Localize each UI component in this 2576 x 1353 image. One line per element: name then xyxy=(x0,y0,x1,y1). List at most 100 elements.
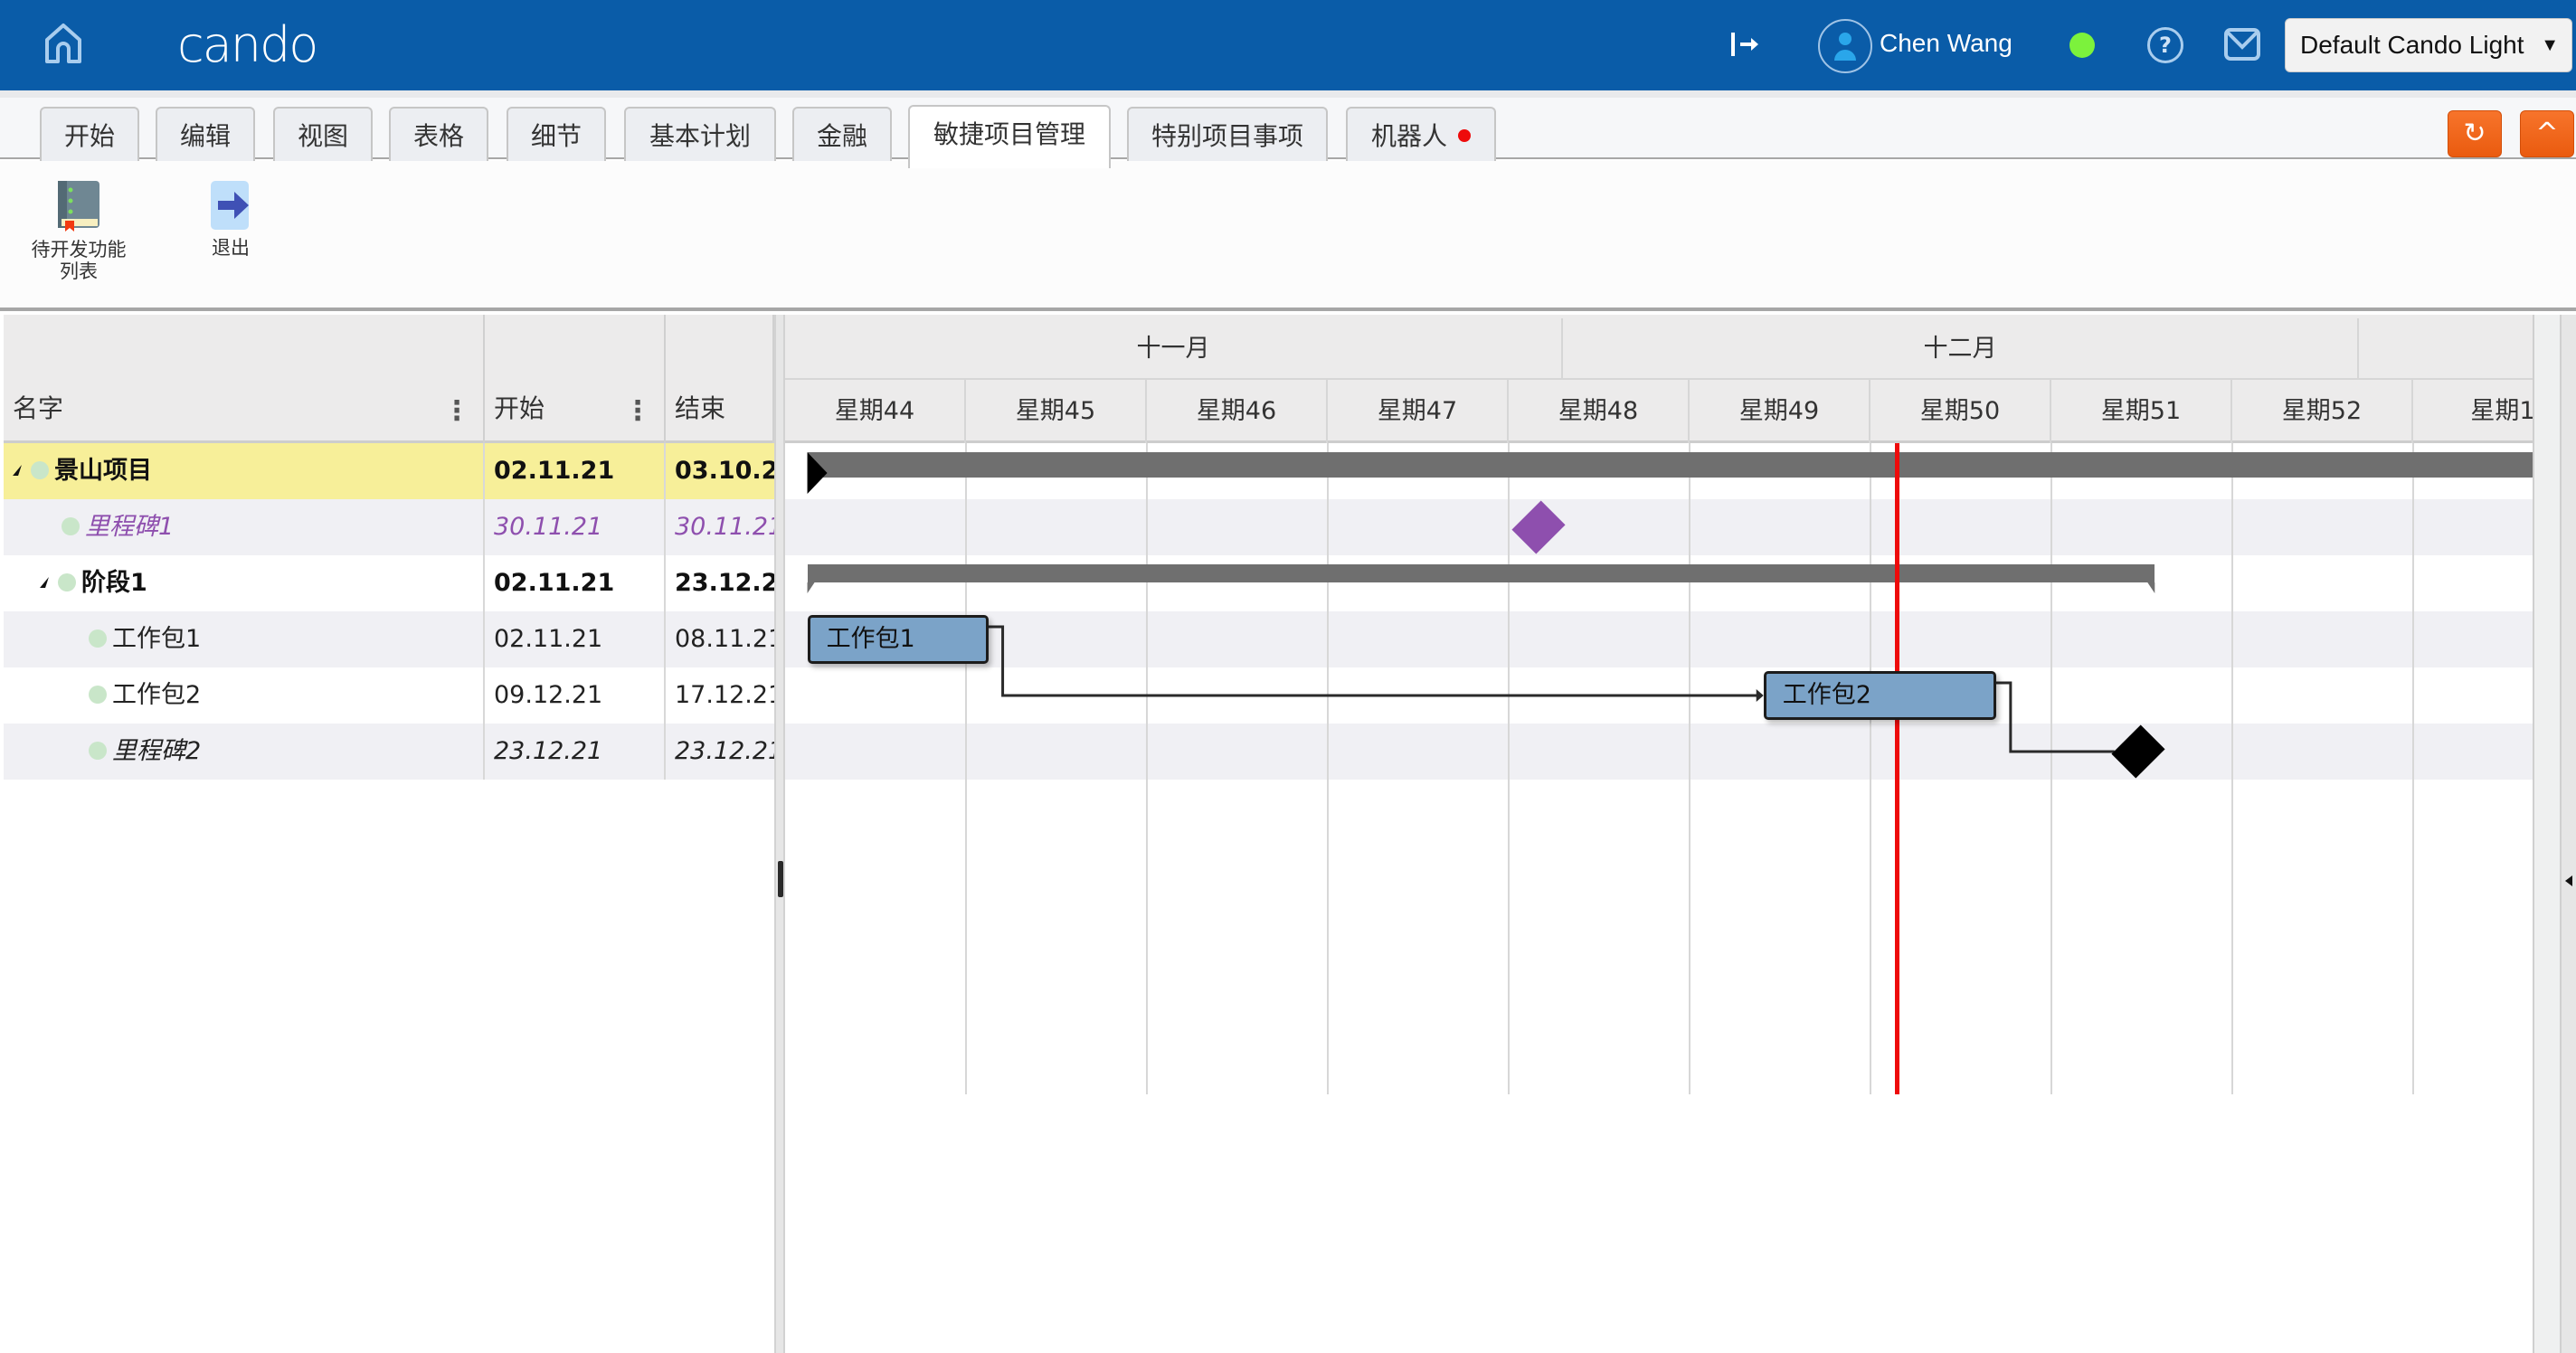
task-name: 阶段1 xyxy=(81,569,147,597)
status-circle-icon xyxy=(31,460,49,479)
column-header-start[interactable]: 开始 ⋮ xyxy=(485,315,666,443)
cell-start-date[interactable]: 02.11.21 xyxy=(485,611,666,667)
column-menu-icon[interactable]: ⋮ xyxy=(443,398,470,425)
column-menu-icon[interactable]: ⋮ xyxy=(624,398,651,425)
tab-details[interactable]: 细节 xyxy=(507,107,606,166)
tab-label: 开始 xyxy=(63,121,115,151)
tab-baseline-plan[interactable]: 基本计划 xyxy=(624,107,776,166)
table-row[interactable]: 景山项目 02.11.2103.10.22 xyxy=(4,443,774,499)
cell-start-date[interactable]: 02.11.21 xyxy=(485,443,666,499)
task-name: 里程碑2 xyxy=(112,737,202,765)
tab-label: 编辑 xyxy=(179,121,231,151)
tab-label: 机器人 xyxy=(1370,121,1447,151)
cell-name[interactable]: 景山项目 xyxy=(4,443,485,499)
button-label: 列表 xyxy=(60,260,98,282)
tab-start[interactable]: 开始 xyxy=(40,107,139,166)
dependency-link[interactable] xyxy=(1995,681,2115,753)
theme-select-value: Default Cando Light xyxy=(2300,31,2524,59)
table-header: 名字 ⋮ 开始 ⋮ 结束 xyxy=(4,315,774,443)
side-panel-toggle[interactable] xyxy=(2560,315,2576,1353)
column-label: 结束 xyxy=(675,393,726,423)
panel-splitter[interactable] xyxy=(774,315,785,1353)
chevron-up-icon: ^ xyxy=(2535,118,2559,149)
cell-start-date[interactable]: 09.12.21 xyxy=(485,667,666,724)
tab-label: 特别项目事项 xyxy=(1151,121,1303,151)
tab-robot[interactable]: 机器人 xyxy=(1346,107,1496,166)
status-circle-icon xyxy=(58,572,76,591)
collapse-toggle-icon[interactable] xyxy=(40,576,49,588)
task-name: 里程碑1 xyxy=(85,513,175,541)
exit-arrow-icon xyxy=(211,181,249,230)
cell-start-date[interactable]: 02.11.21 xyxy=(485,555,666,611)
dependency-layer xyxy=(988,625,2115,753)
cell-start-date[interactable]: 30.11.21 xyxy=(485,499,666,555)
dependency-arrowhead xyxy=(1756,689,1764,702)
cell-name[interactable]: 里程碑1 xyxy=(4,499,485,555)
notification-dot xyxy=(1458,129,1471,142)
chevron-down-icon: ▼ xyxy=(2541,35,2559,55)
online-status-indicator xyxy=(2069,33,2095,58)
tab-label: 基本计划 xyxy=(649,121,751,151)
tab-table[interactable]: 表格 xyxy=(389,107,488,166)
status-circle-icon xyxy=(62,516,80,535)
help-icon[interactable]: ? xyxy=(2147,27,2183,63)
brand-text: cando xyxy=(177,16,318,73)
cell-name[interactable]: 阶段1 xyxy=(4,555,485,611)
column-header-end[interactable]: 结束 xyxy=(666,315,774,443)
expand-left-icon[interactable] xyxy=(2565,875,2572,886)
cell-end-date[interactable]: 30.11.21 xyxy=(666,499,774,555)
user-name[interactable]: Chen Wang xyxy=(1880,29,2012,58)
cell-end-date[interactable]: 17.12.21 xyxy=(666,667,774,724)
backlog-list-button[interactable]: 待开发功能 列表 xyxy=(27,179,130,282)
dependency-link[interactable] xyxy=(988,625,1758,697)
logout-icon[interactable] xyxy=(1729,31,1762,58)
table-row[interactable]: 工作包2 09.12.21 17.12.21 xyxy=(4,667,774,724)
cell-name[interactable]: 工作包2 xyxy=(4,667,485,724)
collapse-toggle-icon[interactable] xyxy=(13,464,22,476)
avatar[interactable] xyxy=(1818,19,1872,73)
tab-edit[interactable]: 编辑 xyxy=(156,107,255,166)
refresh-icon: ↻ xyxy=(2463,118,2486,149)
project-grid: 名字 ⋮ 开始 ⋮ 结束 景山项目02.11.2103.10.22里程碑130.… xyxy=(0,315,2576,1353)
gantt-chart: 十一月 十二月 星期44 星期45 星期46 星期47 星期48 星期49 星期50 星期51 星期… xyxy=(785,315,2533,1353)
home-icon[interactable] xyxy=(40,22,87,65)
tab-label: 敏捷项目管理 xyxy=(933,119,1085,149)
button-label: 退出 xyxy=(212,237,250,259)
tab-agile-pm[interactable]: 敏捷项目管理 xyxy=(908,105,1111,168)
refresh-button[interactable]: ↻ xyxy=(2448,110,2502,157)
column-label: 开始 xyxy=(494,393,545,423)
cell-start-date[interactable]: 23.12.21 xyxy=(485,724,666,780)
table-row[interactable]: 里程碑1 30.11.21 30.11.21 xyxy=(4,499,774,555)
tab-view[interactable]: 视图 xyxy=(273,107,373,166)
task-name: 景山项目 xyxy=(54,457,152,485)
mail-icon[interactable] xyxy=(2223,27,2261,62)
table-row[interactable]: 工作包1 02.11.21 08.11.21 xyxy=(4,611,774,667)
theme-select[interactable]: Default Cando Light ▼ xyxy=(2285,18,2572,72)
cell-name[interactable]: 里程碑2 xyxy=(4,724,485,780)
table-row[interactable]: 里程碑2 23.12.21 23.12.21 xyxy=(4,724,774,780)
task-bar[interactable]: 工作包2 xyxy=(1763,671,1996,720)
cell-name[interactable]: 工作包1 xyxy=(4,611,485,667)
cell-end-date[interactable]: 23.12.21 xyxy=(666,724,774,780)
exit-button[interactable]: 退出 xyxy=(190,179,271,259)
button-label: 待开发功能 xyxy=(31,239,127,260)
splitter-handle[interactable] xyxy=(778,861,783,897)
tab-label: 细节 xyxy=(530,121,582,151)
status-circle-icon xyxy=(89,685,107,704)
column-header-name[interactable]: 名字 ⋮ xyxy=(4,315,485,443)
tab-special-items[interactable]: 特别项目事项 xyxy=(1127,107,1328,166)
cell-end-date[interactable]: 03.10.22 xyxy=(666,443,774,499)
book-icon xyxy=(58,181,99,232)
tab-label: 表格 xyxy=(412,121,464,151)
task-bar[interactable]: 工作包1 xyxy=(807,615,989,664)
table-row[interactable]: 阶段1 02.11.2123.12.21 xyxy=(4,555,774,611)
top-bar: cando Chen Wang ? Default Cando Light ▼ xyxy=(0,0,2576,90)
tab-label: 金融 xyxy=(816,121,867,151)
task-table: 名字 ⋮ 开始 ⋮ 结束 景山项目02.11.2103.10.22里程碑130.… xyxy=(4,315,774,1353)
tab-finance[interactable]: 金融 xyxy=(792,107,892,166)
collapse-ribbon-button[interactable]: ^ xyxy=(2520,110,2574,157)
cell-end-date[interactable]: 23.12.21 xyxy=(666,555,774,611)
cell-end-date[interactable]: 08.11.21 xyxy=(666,611,774,667)
tab-label: 视图 xyxy=(297,121,348,151)
ribbon-toolbar: 待开发功能 列表 退出 xyxy=(0,161,2576,311)
